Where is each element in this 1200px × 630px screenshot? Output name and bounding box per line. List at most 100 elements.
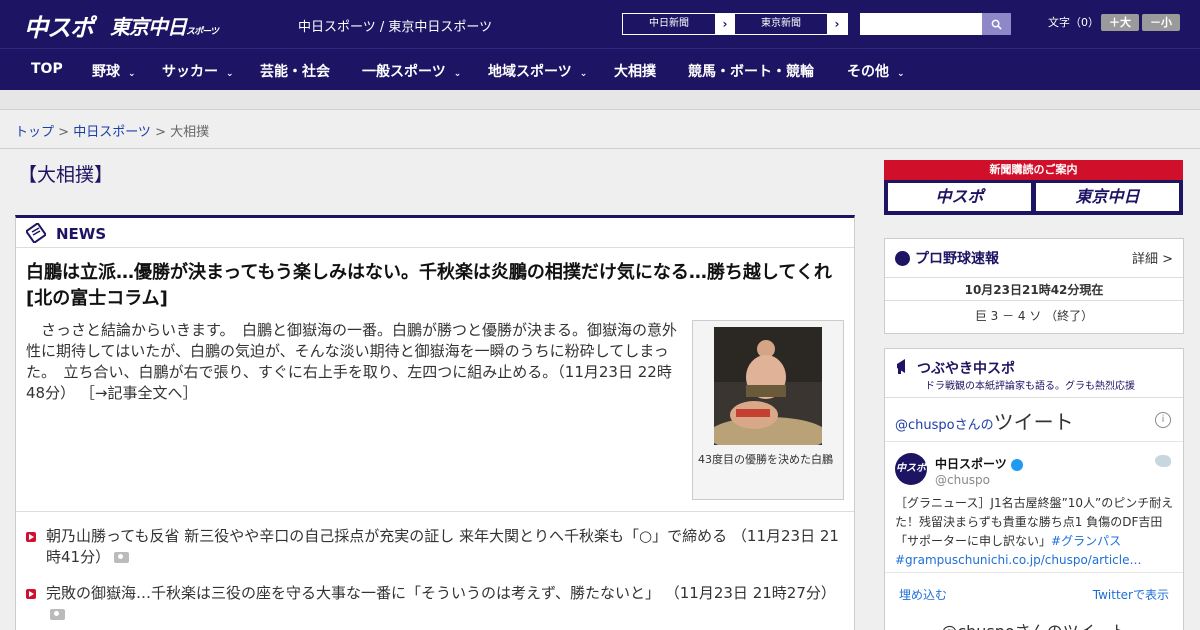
nav-label: サッカー: [162, 64, 218, 80]
tweet-author-name[interactable]: 中日スポーツ: [935, 455, 1023, 472]
news-list-item[interactable]: 完敗の御嶽海…千秋楽は三役の座を守る大事な一番に「そういうのは考えず、勝たないと…: [26, 583, 846, 625]
baseball-icon: [895, 251, 910, 266]
twitter-section-subtitle: ドラ戦観の本紙評論家も語る。グラも熱烈応援: [925, 381, 1135, 392]
subscribe-chuspo-button[interactable]: 中スポ: [888, 183, 1031, 211]
subscribe-tokyo-button[interactable]: 東京中日: [1036, 183, 1179, 211]
chevron-down-icon: ⌄: [453, 69, 462, 79]
breadcrumb-top-link[interactable]: トップ: [15, 125, 54, 140]
nav-label: TOP: [31, 61, 63, 77]
article-photo-box: 43度目の優勝を決めた白鵬: [692, 320, 844, 500]
tokyo-chunichi-logo[interactable]: 東京中日スポーツ: [110, 11, 219, 40]
nav-local-sports[interactable]: 地域スポーツ ⌄: [488, 61, 587, 81]
baseball-scores-panel: プロ野球速報 詳細 > 10月23日21時42分現在 巨 3 － 4 ソ （終了…: [884, 238, 1184, 334]
baseball-detail-link[interactable]: 詳細 >: [1132, 248, 1173, 267]
twitter-bird-icon[interactable]: [1155, 455, 1171, 467]
nav-label: その他: [847, 64, 889, 80]
font-smaller-button[interactable]: －小: [1142, 14, 1180, 31]
nav-baseball[interactable]: 野球 ⌄: [92, 61, 136, 81]
news-list-item[interactable]: 朝乃山勝っても反省 新三役やや辛口の自己採点が充実の証し 来年大関とりへ千秋楽も…: [26, 526, 846, 568]
search-input[interactable]: [860, 13, 982, 35]
bullet-arrow-icon: [26, 589, 36, 599]
chevron-down-icon: ⌄: [226, 69, 234, 79]
embed-link[interactable]: 埋め込む: [899, 586, 947, 603]
timeline-header: @chuspoさんのツイート: [895, 406, 1074, 435]
search-icon: [991, 19, 1002, 30]
site-title: 中日スポーツ / 東京中日スポーツ: [298, 20, 493, 35]
nav-others[interactable]: その他 ⌄: [847, 61, 905, 81]
subscription-banner[interactable]: 新聞購読のご案内 中スポ 東京中日: [884, 160, 1183, 215]
twitter-panel: つぶやき中スポ ドラ戦観の本紙評論家も語る。グラも熱烈応援 @chuspoさんの…: [884, 348, 1184, 630]
timeline-title: ツイート: [993, 410, 1074, 434]
baseball-game-score[interactable]: 巨 3 － 4 ソ （終了）: [885, 307, 1183, 324]
breadcrumb-chuspo-link[interactable]: 中日スポーツ: [73, 125, 151, 140]
timeline-handle[interactable]: @chuspo: [895, 418, 955, 433]
verified-icon: [1010, 458, 1023, 471]
chevron-right-icon: ›: [715, 14, 735, 34]
megaphone-icon: [897, 359, 905, 374]
tokyo-chunichi-logo-text: 東京中日: [110, 15, 187, 39]
view-on-twitter-link[interactable]: Twitterで表示: [1093, 586, 1169, 603]
nav-soccer[interactable]: サッカー ⌄: [162, 61, 234, 81]
nav-label: 競馬・ボート・競輪: [688, 64, 814, 80]
tweet-body: ［グラニュース］J1名古屋終盤”10人”のピンチ耐えた！残留決まらずも貴重な勝ち…: [895, 496, 1174, 548]
tweet-author-handle[interactable]: @chuspo: [935, 473, 990, 487]
nav-sumo[interactable]: 大相撲: [614, 61, 656, 81]
article-summary: さっさと結論からいきます。 白鵬と御嶽海の一番。白鵬が勝つと優勝が決まる。御嶽海…: [26, 320, 686, 404]
nav-entertainment[interactable]: 芸能・社会: [260, 61, 330, 81]
chunichi-shimbun-link[interactable]: 中日新聞 ›: [622, 13, 736, 35]
tweet-text[interactable]: ［グラニュース］J1名古屋終盤”10人”のピンチ耐えた！残留決まらずも貴重な勝ち…: [895, 494, 1175, 570]
nav-label: 一般スポーツ: [362, 64, 446, 80]
nav-general-sports[interactable]: 一般スポーツ ⌄: [362, 61, 461, 81]
search-button[interactable]: [982, 13, 1011, 35]
subscription-title: 新聞購読のご案内: [884, 160, 1183, 180]
tokyo-chunichi-logo-small: スポーツ: [186, 27, 219, 37]
tokyo-shimbun-link[interactable]: 東京新聞 ›: [734, 13, 848, 35]
nav-label: 芸能・社会: [260, 64, 330, 80]
chevron-down-icon: ⌄: [897, 69, 905, 79]
news-label: NEWS: [56, 225, 107, 243]
chevron-down-icon: ⌄: [128, 69, 136, 79]
timeline-footer: @chuspoさんのツイート: [885, 618, 1183, 630]
chunichi-shimbun-label: 中日新聞: [649, 18, 689, 29]
chuspo-logo[interactable]: 中スポ: [24, 8, 94, 43]
tokyo-shimbun-label: 東京新聞: [761, 18, 801, 29]
timeline-no: さんの: [954, 418, 994, 433]
main-nav: TOP 野球 ⌄ サッカー ⌄ 芸能・社会 一般スポーツ ⌄ 地域スポーツ ⌄ 大相撲 …: [0, 48, 1200, 90]
chevron-right-icon: ›: [827, 14, 847, 34]
news-item-time: （11月23日 21時27分）: [664, 584, 836, 602]
chevron-down-icon: ⌄: [579, 69, 588, 79]
twitter-timeline: @chuspoさんのツイート i 中スポ 中日スポーツ @chuspo ［グラニ…: [885, 397, 1183, 630]
newspaper-icon: [26, 223, 46, 243]
tweet-author-name-text: 中日スポーツ: [935, 457, 1007, 471]
nav-racing[interactable]: 競馬・ボート・競輪: [688, 61, 814, 81]
divider: [885, 441, 1183, 442]
camera-icon: [114, 552, 130, 563]
baseball-update-time: 10月23日21時42分現在: [885, 277, 1183, 301]
font-larger-button[interactable]: ＋大: [1101, 14, 1139, 31]
bullet-arrow-icon: [26, 532, 36, 542]
breadcrumb-separator: >: [54, 125, 74, 140]
breadcrumb: トップ > 中日スポーツ > 大相撲: [15, 121, 209, 140]
info-icon[interactable]: i: [1155, 412, 1171, 428]
breadcrumb-current: 大相撲: [170, 125, 210, 140]
news-item-title: 朝乃山勝っても反省 新三役やや辛口の自己採点が充実の証し 来年大関とりへ千秋楽も…: [46, 527, 728, 545]
article-photo[interactable]: [714, 327, 822, 445]
divider: [16, 511, 854, 512]
news-header: NEWS: [16, 218, 854, 248]
article-headline[interactable]: 白鵬は立派…優勝が決まってもう楽しみはない。千秋楽は炎鵬の相撲だけ気になる…勝ち…: [26, 260, 846, 312]
nav-label: 大相撲: [614, 64, 656, 80]
read-more-link[interactable]: ［→記事全文へ］: [80, 384, 198, 402]
photo-caption: 43度目の優勝を決めた白鵬: [698, 453, 833, 466]
nav-label: 地域スポーツ: [488, 64, 572, 80]
nav-label: 野球: [92, 64, 120, 80]
divider: [885, 572, 1183, 573]
news-item-title: 完敗の御嶽海…千秋楽は三役の座を守る大事な一番に「そういうのは考えず、勝たないと…: [46, 584, 660, 602]
news-panel: NEWS 白鵬は立派…優勝が決まってもう楽しみはない。千秋楽は炎鵬の相撲だけ気に…: [15, 215, 855, 630]
camera-icon: [50, 609, 65, 620]
top-bar: 中スポ 東京中日スポーツ 中日スポーツ / 東京中日スポーツ 中日新聞 › 東京…: [0, 0, 1200, 48]
baseball-title: プロ野球速報: [915, 251, 999, 267]
nav-top[interactable]: TOP: [31, 61, 63, 77]
font-size-label: 文字（0）: [1048, 16, 1099, 29]
avatar[interactable]: 中スポ: [895, 453, 927, 485]
page-title: 【大相撲】: [18, 164, 114, 186]
